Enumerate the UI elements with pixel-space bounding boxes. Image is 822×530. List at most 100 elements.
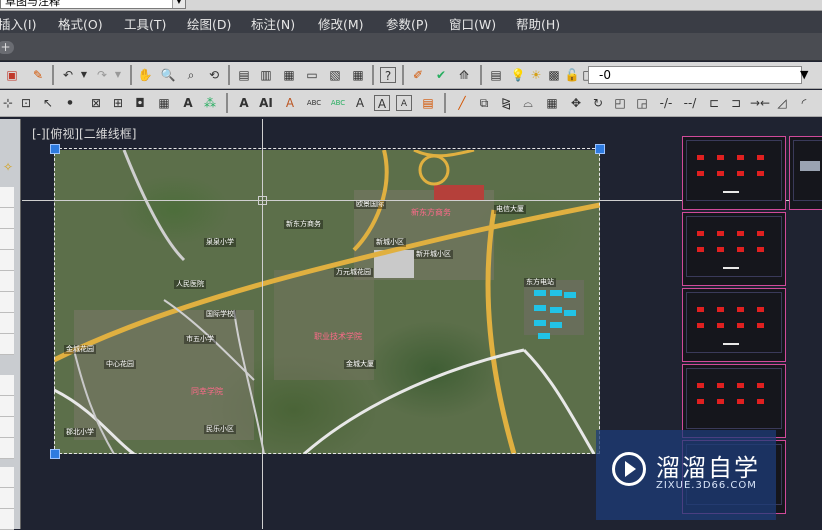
field-icon[interactable]: ▤: [420, 95, 436, 111]
menu-insert[interactable]: 插入(I): [0, 14, 36, 33]
mirror-icon[interactable]: ⧎: [498, 95, 514, 111]
layout-sheet[interactable]: [789, 136, 822, 210]
panel-cell[interactable]: [0, 334, 14, 355]
lock-icon[interactable]: 🔓: [564, 67, 580, 83]
text-style-icon[interactable]: A: [236, 95, 252, 111]
find-text-icon[interactable]: ABC: [306, 95, 322, 111]
chevron-down-icon[interactable]: ▼: [76, 67, 92, 83]
matchprop-icon[interactable]: ▣: [4, 67, 20, 83]
text-scale-icon[interactable]: A: [352, 95, 368, 111]
sheet-set-icon[interactable]: ▭: [304, 67, 320, 83]
offset-icon[interactable]: ⌓: [520, 95, 536, 111]
menu-parameters[interactable]: 参数(P): [386, 14, 428, 33]
menu-modify[interactable]: 修改(M): [318, 14, 364, 33]
menu-format[interactable]: 格式(O): [58, 14, 103, 33]
paintbrush-icon[interactable]: ✎: [30, 67, 46, 83]
tool-palettes-icon[interactable]: ▦: [281, 67, 297, 83]
lightbulb-icon[interactable]: 💡: [510, 67, 526, 83]
grip-handle[interactable]: [50, 449, 60, 459]
table-icon[interactable]: ▦: [156, 95, 172, 111]
chevron-down-icon[interactable]: ▼: [110, 67, 126, 83]
zoom-window-icon[interactable]: ⌕: [183, 67, 199, 83]
select-icon[interactable]: ⊡: [18, 95, 34, 111]
block-icon[interactable]: ⊞: [110, 95, 126, 111]
panel-cell[interactable]: [0, 417, 14, 438]
chevron-down-icon[interactable]: ▼: [800, 68, 808, 81]
fillet-icon[interactable]: ◜: [796, 95, 812, 111]
panel-cell[interactable]: [0, 250, 14, 271]
calculator-icon[interactable]: ▦: [350, 67, 366, 83]
rotate-icon[interactable]: ↻: [590, 95, 606, 111]
properties-icon[interactable]: ▤: [236, 67, 252, 83]
layer-tool-icon[interactable]: ⟰: [456, 67, 472, 83]
chamfer-icon[interactable]: ◿: [774, 95, 790, 111]
layout-sheet[interactable]: [682, 364, 786, 438]
layer-properties-icon[interactable]: ▤: [488, 67, 504, 83]
pan-hand-icon[interactable]: ✋: [137, 67, 153, 83]
layer-dropdown[interactable]: -0: [588, 66, 802, 84]
layout-sheet[interactable]: [682, 288, 786, 362]
dot-icon[interactable]: ●: [62, 95, 78, 111]
cursor-select-icon[interactable]: ↖: [40, 95, 56, 111]
panel-cell[interactable]: [0, 467, 14, 488]
panel-cell[interactable]: [0, 509, 14, 530]
move-icon[interactable]: ✥: [568, 95, 584, 111]
panel-cell[interactable]: [0, 208, 14, 229]
satellite-map-image[interactable]: 泉泉小学 人民医院 国际学校 金城花园 新东方商务 新城小区 欧景国际 市五小学…: [54, 150, 600, 454]
panel-cell[interactable]: [0, 438, 14, 459]
stretch-icon[interactable]: ◲: [634, 95, 650, 111]
panel-cell[interactable]: [0, 271, 14, 292]
text-justify-icon[interactable]: A: [374, 95, 390, 111]
panel-cell[interactable]: [0, 187, 14, 208]
grip-handle[interactable]: [50, 144, 60, 154]
zoom-previous-icon[interactable]: ⟲: [206, 67, 222, 83]
zoom-realtime-icon[interactable]: 🔍: [160, 67, 176, 83]
scale-icon[interactable]: ◰: [612, 95, 628, 111]
snap-cursor-icon[interactable]: ⊹: [0, 95, 16, 111]
panel-cell[interactable]: [0, 488, 14, 509]
selection-box-icon[interactable]: ⊠: [88, 95, 104, 111]
spell-check-icon[interactable]: ABC: [330, 95, 346, 111]
sun-icon[interactable]: ☀: [528, 67, 544, 83]
panel-cell[interactable]: [0, 375, 14, 396]
text-a-icon[interactable]: A: [180, 95, 196, 111]
camera-icon[interactable]: ◘: [132, 95, 148, 111]
edit-text-icon[interactable]: A: [282, 95, 298, 111]
panel-cell[interactable]: [0, 229, 14, 250]
help-icon[interactable]: ?: [380, 67, 396, 83]
workspace-combo[interactable]: 草图与注释 ▼: [0, 0, 186, 9]
dots-icon[interactable]: ⁂: [202, 95, 218, 111]
layout-sheet[interactable]: [682, 136, 786, 210]
menu-dimension[interactable]: 标注(N): [251, 14, 295, 33]
extend-icon[interactable]: --/: [682, 95, 698, 111]
edit-pencil-icon[interactable]: ✐: [410, 67, 426, 83]
markup-icon[interactable]: ▧: [327, 67, 343, 83]
panel-cell[interactable]: [0, 292, 14, 313]
grip-handle[interactable]: [595, 144, 605, 154]
viewport-controls-label[interactable]: [-][俯视][二维线框]: [32, 125, 136, 142]
menu-draw[interactable]: 绘图(D): [187, 14, 231, 33]
erase-icon[interactable]: ╱: [454, 95, 470, 111]
drawing-canvas[interactable]: [-][俯视][二维线框] 泉泉小学 人民医院 国际学校 金城花园 新东方商务 …: [22, 119, 822, 529]
mtext-icon[interactable]: AI: [258, 95, 274, 111]
redo-icon[interactable]: ↷: [94, 67, 110, 83]
undo-icon[interactable]: ↶: [60, 67, 76, 83]
break-point-icon[interactable]: ⊐: [728, 95, 744, 111]
viewport-freeze-icon[interactable]: ▩: [546, 67, 562, 83]
panel-cell[interactable]: [0, 313, 14, 334]
chevron-down-icon[interactable]: ▼: [172, 0, 185, 8]
layout-sheet[interactable]: [682, 212, 786, 286]
join-icon[interactable]: →←: [750, 95, 770, 111]
new-tab-plus-icon[interactable]: +: [0, 41, 14, 54]
check-icon[interactable]: ✔: [433, 67, 449, 83]
menu-tools[interactable]: 工具(T): [124, 14, 166, 33]
quick-select-icon[interactable]: ✧: [0, 159, 16, 175]
panel-cell[interactable]: [0, 396, 14, 417]
menu-window[interactable]: 窗口(W): [449, 14, 496, 33]
menu-help[interactable]: 帮助(H): [516, 14, 560, 33]
copy-icon[interactable]: ⧉: [476, 95, 492, 111]
design-center-icon[interactable]: ▥: [258, 67, 274, 83]
break-icon[interactable]: ⊏: [706, 95, 722, 111]
text-box-icon[interactable]: A: [396, 95, 412, 111]
array-icon[interactable]: ▦: [544, 95, 560, 111]
